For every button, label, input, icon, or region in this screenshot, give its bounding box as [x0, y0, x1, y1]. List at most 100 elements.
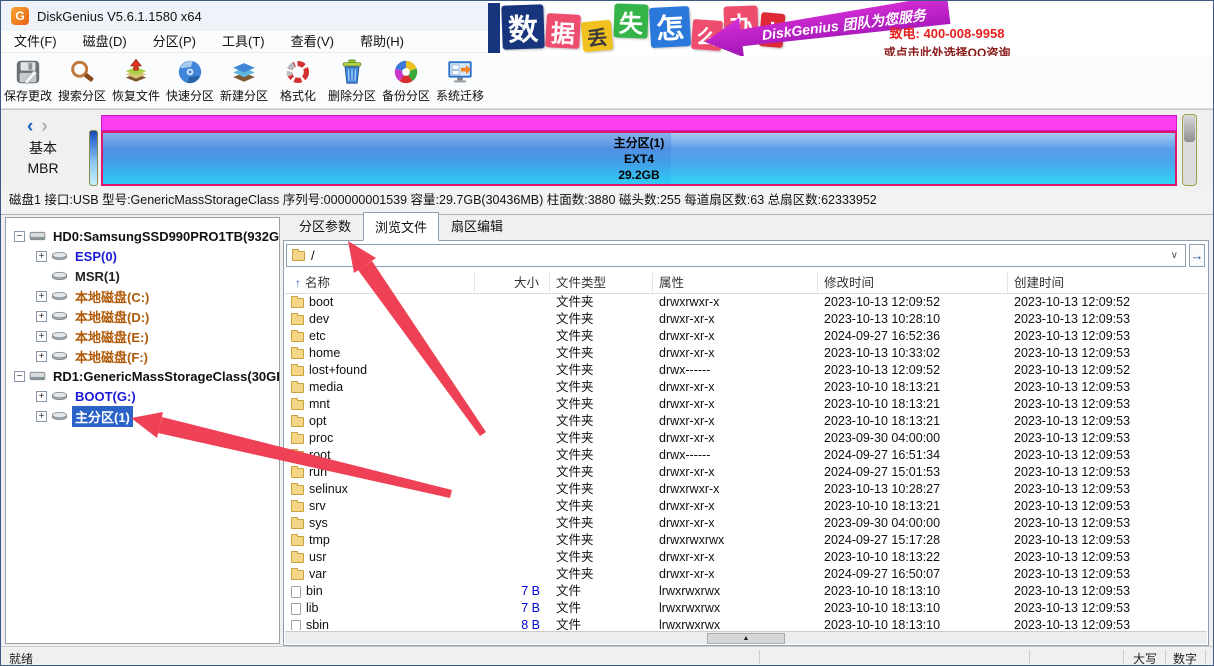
- new-partition-button[interactable]: 新建分区: [217, 53, 271, 109]
- disk-vertical-bar[interactable]: [89, 130, 98, 186]
- tree-node-local-disk-f[interactable]: +本地磁盘(F:): [6, 346, 279, 366]
- recover-files-button[interactable]: 恢复文件: [109, 53, 163, 109]
- save-changes-button[interactable]: 保存更改: [1, 53, 55, 109]
- table-row-sys[interactable]: sys文件夹drwxr-xr-x2023-09-30 04:00:002023-…: [285, 515, 1207, 532]
- table-row-proc[interactable]: proc文件夹drwxr-xr-x2023-09-30 04:00:002023…: [285, 430, 1207, 447]
- partition-icon: [51, 290, 68, 302]
- file-type-cell: 文件夹: [550, 294, 653, 311]
- backup-partition-button[interactable]: 备份分区: [379, 53, 433, 109]
- table-row-bin[interactable]: bin7 B文件lrwxrwxrwx2023-10-10 18:13:10202…: [285, 583, 1207, 600]
- table-row-srv[interactable]: srv文件夹drwxr-xr-x2023-10-10 18:13:212023-…: [285, 498, 1207, 515]
- nav-back-icon[interactable]: ‹: [27, 116, 33, 138]
- expand-icon[interactable]: +: [36, 351, 47, 362]
- file-name-cell: selinux: [285, 481, 475, 498]
- layers-icon: [230, 58, 258, 86]
- current-path: /: [311, 248, 1171, 263]
- file-size-cell: [475, 481, 550, 498]
- tree-node-esp[interactable]: +ESP(0): [6, 246, 279, 266]
- path-bar[interactable]: / ∨: [286, 244, 1186, 267]
- column-header-label: 大小: [514, 276, 539, 290]
- tree-node-hd0[interactable]: −HD0:SamsungSSD990PRO1TB(932GB): [6, 226, 279, 246]
- table-row-selinux[interactable]: selinux文件夹drwxrwxr-x2023-10-13 10:28:272…: [285, 481, 1207, 498]
- delete-partition-button[interactable]: 删除分区: [325, 53, 379, 109]
- table-row-tmp[interactable]: tmp文件夹drwxrwxrwx2024-09-27 15:17:282023-…: [285, 532, 1207, 549]
- quick-partition-button[interactable]: 快速分区: [163, 53, 217, 109]
- file-type-cell: 文件夹: [550, 396, 653, 413]
- tree-node-msr[interactable]: MSR(1): [6, 266, 279, 286]
- disk-top-strip[interactable]: [101, 115, 1177, 131]
- file-name: run: [309, 464, 327, 481]
- column-header-1[interactable]: 大小: [475, 273, 550, 294]
- menu-item-disk[interactable]: 磁盘(D): [70, 31, 140, 53]
- menu-item-help[interactable]: 帮助(H): [347, 31, 417, 53]
- file-size-cell: [475, 328, 550, 345]
- table-row-home[interactable]: home文件夹drwxr-xr-x2023-10-13 10:33:022023…: [285, 345, 1207, 362]
- file-type-cell: 文件夹: [550, 481, 653, 498]
- expand-icon[interactable]: +: [36, 291, 47, 302]
- table-row-lib[interactable]: lib7 B文件lrwxrwxrwx2023-10-10 18:13:10202…: [285, 600, 1207, 617]
- banner-qq-link[interactable]: 或点击此处选择QQ咨询: [883, 44, 1011, 56]
- file-created-cell: 2023-10-13 12:09:53: [1008, 311, 1207, 328]
- table-row-etc[interactable]: etc文件夹drwxr-xr-x2024-09-27 16:52:362023-…: [285, 328, 1207, 345]
- folder-icon: [291, 570, 304, 580]
- chevron-down-icon[interactable]: ∨: [1171, 250, 1178, 261]
- expand-icon[interactable]: +: [36, 251, 47, 262]
- table-row-var[interactable]: var文件夹drwxr-xr-x2024-09-27 16:50:072023-…: [285, 566, 1207, 583]
- tab-browse-files[interactable]: 浏览文件: [363, 212, 439, 241]
- table-row-boot[interactable]: boot文件夹drwxrwxr-x2023-10-13 12:09:522023…: [285, 294, 1207, 311]
- column-header-3[interactable]: 属性: [653, 273, 818, 294]
- menu-item-partition[interactable]: 分区(P): [140, 31, 209, 53]
- expand-icon[interactable]: +: [36, 411, 47, 422]
- file-name-cell: root: [285, 447, 475, 464]
- table-row-run[interactable]: run文件夹drwxr-xr-x2024-09-27 15:01:532023-…: [285, 464, 1207, 481]
- tree-node-local-disk-c[interactable]: +本地磁盘(C:): [6, 286, 279, 306]
- banner-edge-graphic: [488, 3, 500, 53]
- menu-item-view[interactable]: 查看(V): [278, 31, 347, 53]
- table-row-root[interactable]: root文件夹drwx------2024-09-27 16:51:342023…: [285, 447, 1207, 464]
- table-row-usr[interactable]: usr文件夹drwxr-xr-x2023-10-10 18:13:222023-…: [285, 549, 1207, 566]
- menu-item-tools[interactable]: 工具(T): [209, 31, 278, 53]
- format-button[interactable]: 格式化: [271, 53, 325, 109]
- file-modified-cell: 2023-10-10 18:13:21: [818, 498, 1008, 515]
- tree-node-primary-partition-1[interactable]: +主分区(1): [6, 406, 279, 426]
- toolbar-button-label: 搜索分区: [58, 87, 106, 104]
- collapse-icon[interactable]: −: [14, 231, 25, 242]
- table-row-opt[interactable]: opt文件夹drwxr-xr-x2023-10-10 18:13:212023-…: [285, 413, 1207, 430]
- migrate-icon: [446, 58, 474, 86]
- promo-banner[interactable]: 数据丢失怎么办! DiskGenius 团队为您服务 致电: 400-008-9…: [488, 1, 1213, 56]
- column-header-4[interactable]: 修改时间: [818, 273, 1008, 294]
- column-header-5[interactable]: 创建时间: [1008, 273, 1207, 294]
- menu-item-file[interactable]: 文件(F): [1, 31, 70, 53]
- tree-node-boot-g[interactable]: +BOOT(G:): [6, 386, 279, 406]
- table-row-dev[interactable]: dev文件夹drwxr-xr-x2023-10-13 10:28:102023-…: [285, 311, 1207, 328]
- table-row-mnt[interactable]: mnt文件夹drwxr-xr-x2023-10-10 18:13:212023-…: [285, 396, 1207, 413]
- table-row-lost+found[interactable]: lost+found文件夹drwx------2023-10-13 12:09:…: [285, 362, 1207, 379]
- partition-map-scrollbar[interactable]: [1182, 114, 1197, 186]
- tree-node-rd1[interactable]: −RD1:GenericMassStorageClass(30GB): [6, 366, 279, 386]
- tree-node-local-disk-d[interactable]: +本地磁盘(D:): [6, 306, 279, 326]
- tab-sector-edit[interactable]: 扇区编辑: [439, 211, 515, 240]
- column-header-label: 文件类型: [556, 276, 606, 290]
- tab-partition-params[interactable]: 分区参数: [287, 211, 363, 240]
- go-button[interactable]: →: [1189, 244, 1205, 267]
- scroll-up-indicator[interactable]: ▲: [707, 633, 785, 644]
- partition-icon: [51, 330, 68, 342]
- tree-node-local-disk-e[interactable]: +本地磁盘(E:): [6, 326, 279, 346]
- table-row-media[interactable]: media文件夹drwxr-xr-x2023-10-10 18:13:21202…: [285, 379, 1207, 396]
- nav-forward-icon[interactable]: ›: [41, 116, 47, 138]
- expand-icon[interactable]: +: [36, 331, 47, 342]
- expand-icon[interactable]: +: [36, 391, 47, 402]
- partition-icon: [51, 250, 68, 262]
- partition-block[interactable]: 主分区(1) EXT4 29.2GB: [101, 131, 1177, 186]
- table-row-sbin[interactable]: sbin8 B文件lrwxrwxrwx2023-10-10 18:13:1020…: [285, 617, 1207, 630]
- collapse-icon[interactable]: −: [14, 371, 25, 382]
- search-partition-button[interactable]: 搜索分区: [55, 53, 109, 109]
- file-type-cell: 文件夹: [550, 362, 653, 379]
- column-header-2[interactable]: 文件类型: [550, 273, 653, 294]
- file-created-cell: 2023-10-13 12:09:53: [1008, 447, 1207, 464]
- partition-icon: [51, 410, 68, 422]
- expand-icon[interactable]: +: [36, 311, 47, 322]
- column-header-0[interactable]: ↑名称: [285, 273, 475, 294]
- system-migrate-button[interactable]: 系统迁移: [433, 53, 487, 109]
- scrollbar-thumb[interactable]: [1184, 116, 1195, 142]
